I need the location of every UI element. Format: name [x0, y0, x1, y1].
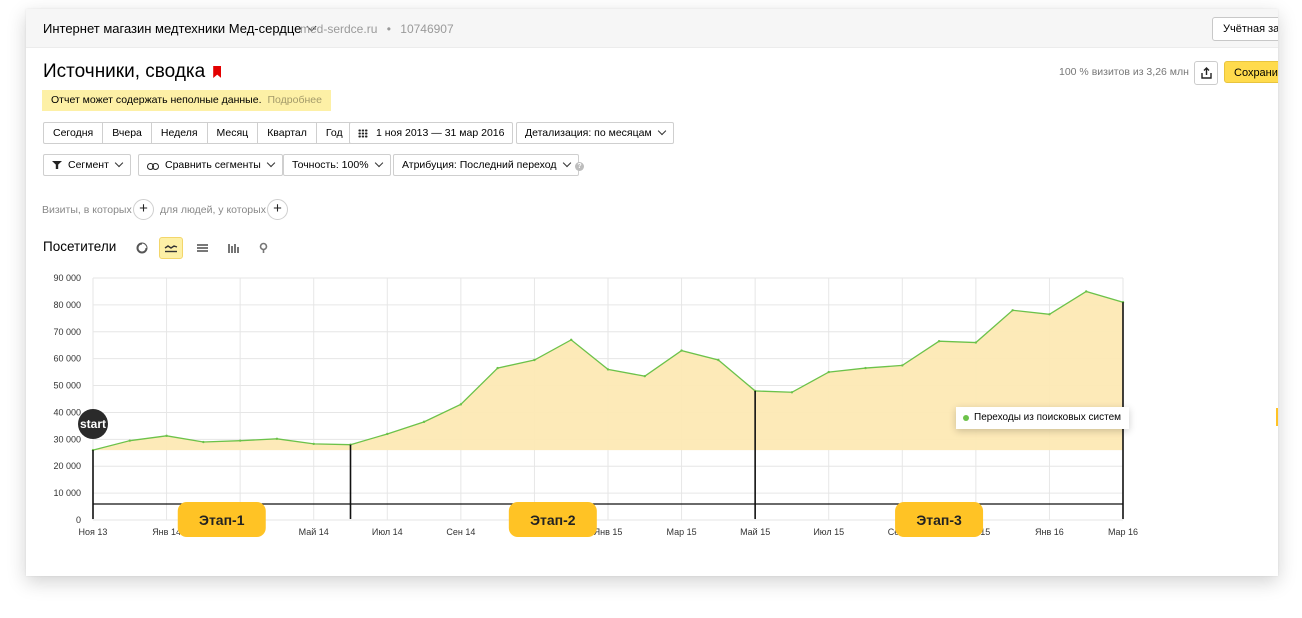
y-tick-label: 30 000: [53, 434, 81, 444]
stage-label: Этап-1: [199, 512, 245, 528]
data-point: [1085, 290, 1088, 293]
stage-label: Этап-2: [530, 512, 576, 528]
data-point: [827, 370, 830, 374]
data-point: [937, 339, 941, 343]
data-point: [901, 364, 904, 367]
data-point: [496, 366, 499, 370]
data-point: [128, 439, 131, 442]
report-window: Интернет магазин медтехники Мед-сердце m…: [26, 9, 1278, 576]
x-tick-label: Июл 15: [813, 527, 844, 537]
chart-legend: Переходы из поисковых систем: [956, 407, 1130, 429]
y-tick-label: 0: [76, 515, 81, 525]
x-tick-label: Ноя 13: [79, 527, 108, 537]
legend-series-label: Переходы из поисковых систем: [974, 412, 1122, 423]
data-point: [717, 358, 720, 362]
y-tick-label: 70 000: [53, 327, 81, 337]
data-point: [312, 442, 315, 446]
x-tick-label: Май 15: [740, 527, 770, 537]
data-point: [643, 374, 646, 378]
x-tick-label: Май 14: [299, 527, 329, 537]
y-tick-label: 80 000: [53, 300, 81, 310]
y-tick-label: 60 000: [53, 354, 81, 364]
data-point: [386, 432, 389, 436]
y-tick-label: 10 000: [53, 488, 81, 498]
data-point: [202, 440, 205, 444]
x-tick-label: Янв 15: [594, 527, 623, 537]
data-point: [864, 366, 867, 370]
start-label: start: [80, 417, 106, 431]
legend-marker: [963, 415, 969, 421]
data-point: [165, 434, 168, 438]
y-tick-label: 50 000: [53, 381, 81, 391]
data-point: [680, 349, 683, 352]
x-tick-label: Мар 15: [667, 527, 697, 537]
data-point: [1048, 313, 1051, 316]
data-point: [606, 368, 610, 371]
data-point: [974, 341, 978, 344]
x-tick-label: Янв 14: [152, 527, 181, 537]
scroll-handle[interactable]: [1276, 408, 1278, 426]
y-tick-label: 20 000: [53, 461, 81, 471]
x-tick-label: Мар 16: [1108, 527, 1138, 537]
y-tick-label: 40 000: [53, 407, 81, 417]
y-tick-label: 90 000: [53, 273, 81, 283]
x-tick-label: Сен 14: [446, 527, 475, 537]
data-point: [238, 439, 242, 442]
data-point: [1011, 309, 1014, 312]
visitors-chart: 0 10 000 20 000 30 000 40 000 50 000 60 000 70 …: [53, 273, 1138, 537]
x-tick-label: Янв 16: [1035, 527, 1064, 537]
data-point: [533, 358, 536, 362]
data-point: [459, 403, 463, 406]
x-tick-label: Июл 14: [372, 527, 403, 537]
data-point: [790, 391, 794, 394]
data-point: [422, 420, 426, 424]
stage-label: Этап-3: [916, 512, 962, 528]
data-point: [570, 338, 573, 342]
data-point: [275, 437, 279, 440]
